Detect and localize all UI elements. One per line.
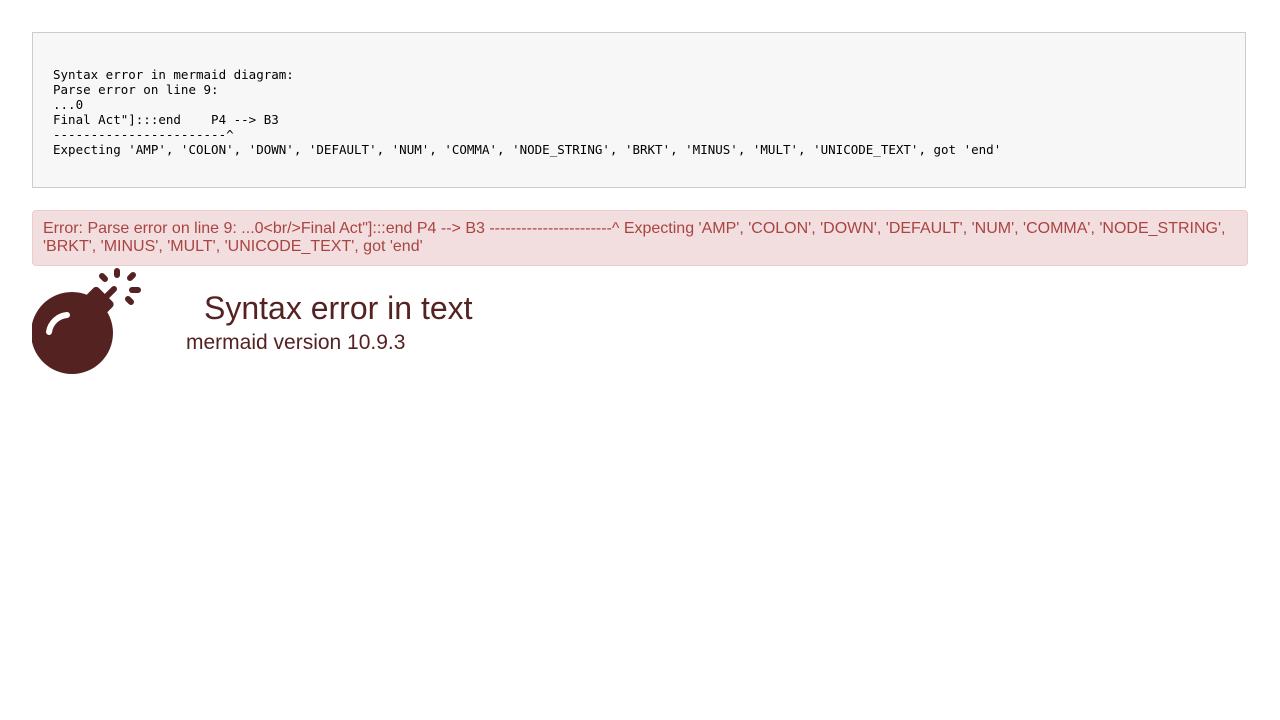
error-alert: Error: Parse error on line 9: ...0<br/>F… [32, 210, 1248, 266]
code-line: Syntax error in mermaid diagram: [53, 67, 294, 82]
code-line: -----------------------^ [53, 127, 234, 142]
error-alert-text: Error: Parse error on line 9: ...0<br/>F… [43, 220, 1226, 255]
code-line: Parse error on line 9: [53, 82, 219, 97]
bomb-icon [32, 268, 141, 374]
code-line: Final Act"]:::end P4 --> B3 [53, 112, 279, 127]
mermaid-version: mermaid version 10.9.3 [186, 331, 406, 354]
error-code-block: Syntax error in mermaid diagram: Parse er… [32, 32, 1246, 188]
error-title: Syntax error in text [204, 290, 473, 326]
code-line: ...0 [53, 97, 84, 112]
code-line: Expecting 'AMP', 'COLON', 'DOWN', 'DEFAU… [53, 142, 1002, 157]
